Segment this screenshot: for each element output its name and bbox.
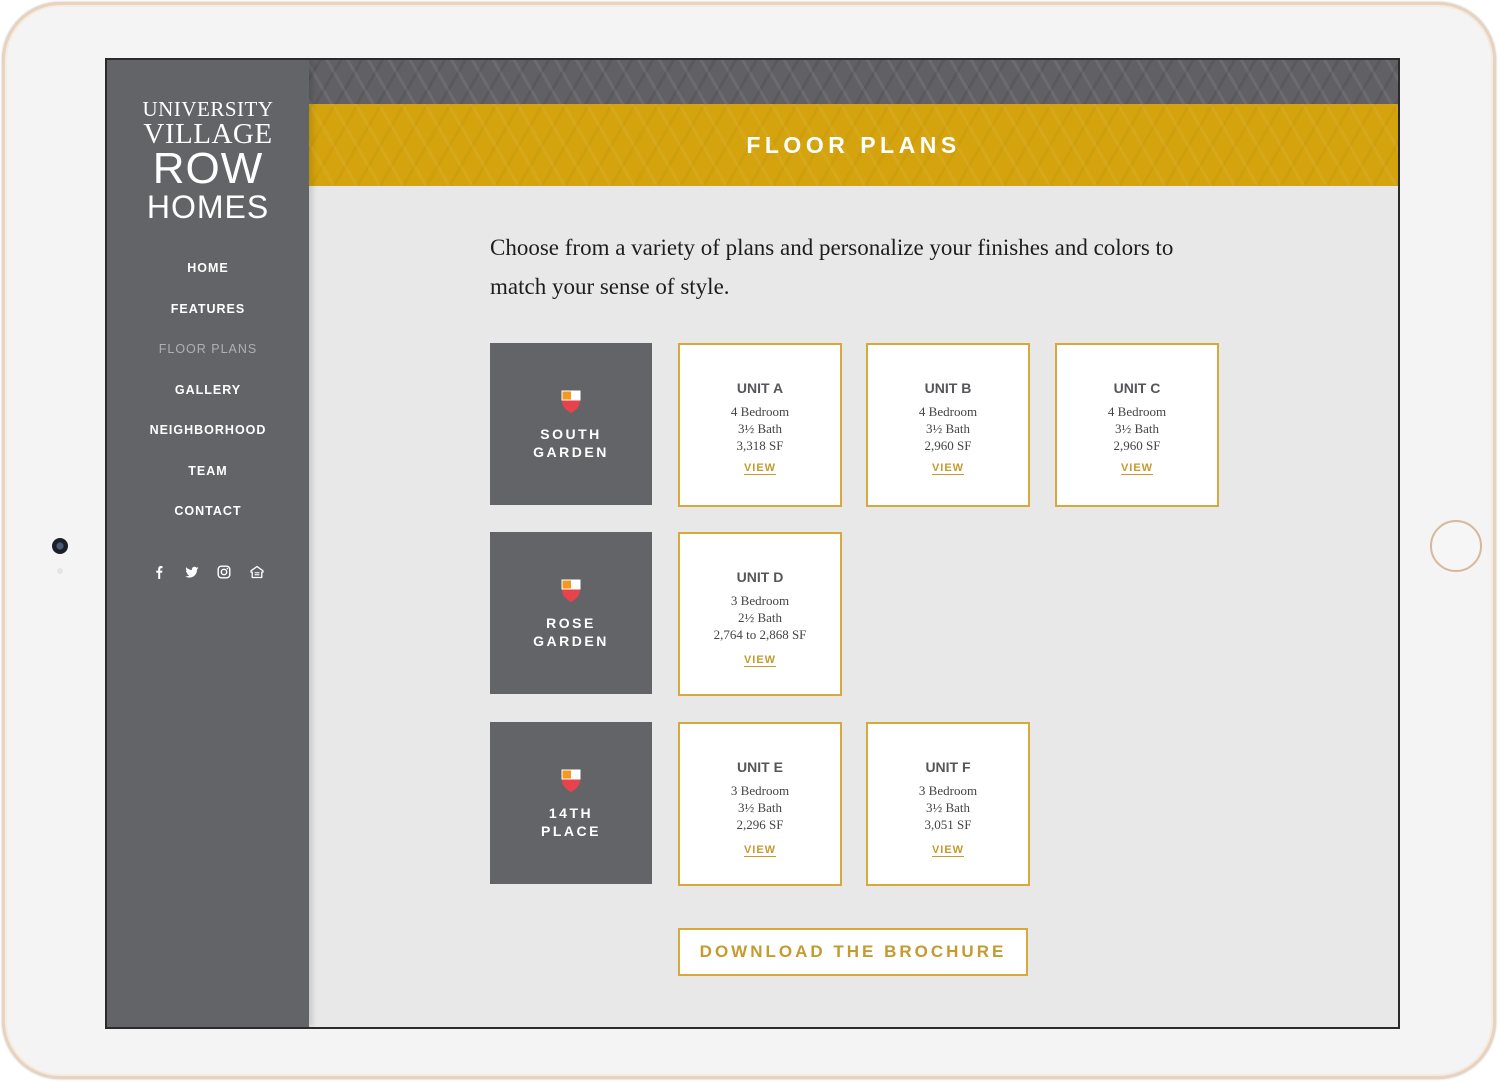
group-name-line-1: ROSE: [546, 615, 596, 631]
unit-name: UNIT F: [925, 759, 971, 775]
unit-area: 2,764 to 2,868 SF: [713, 627, 807, 642]
unit-card-f[interactable]: UNIT F 3 Bedroom 3½ Bath 3,051 SF VIEW: [866, 722, 1030, 886]
nav-home[interactable]: HOME: [107, 258, 309, 299]
view-link[interactable]: VIEW: [1120, 462, 1154, 475]
shield-logo-icon: [561, 579, 581, 602]
intro-text: Choose from a variety of plans and perso…: [490, 235, 1174, 299]
unit-baths: 3½ Bath: [925, 421, 971, 436]
page-header: FLOOR PLANS: [309, 104, 1398, 186]
unit-name: UNIT D: [736, 569, 784, 585]
unit-card-a[interactable]: UNIT A 4 Bedroom 3½ Bath 3,318 SF VIEW: [678, 343, 842, 507]
unit-area: 2,960 SF: [1113, 438, 1161, 453]
group-name-line-2: GARDEN: [533, 633, 609, 649]
group-tile-rose-garden: ROSE GARDEN: [490, 532, 652, 694]
facebook-icon[interactable]: [151, 564, 167, 580]
main-nav: HOME FEATURES FLOOR PLANS GALLERY NEIGHB…: [107, 258, 309, 542]
group-name-line-2: PLACE: [541, 823, 601, 839]
unit-area: 2,960 SF: [924, 438, 972, 453]
unit-bedrooms: 3 Bedroom: [730, 593, 790, 608]
equal-housing-icon[interactable]: [249, 564, 265, 580]
unit-baths: 3½ Bath: [1114, 421, 1160, 436]
shield-logo-icon: [561, 390, 581, 413]
unit-baths: 2½ Bath: [737, 610, 783, 625]
unit-bedrooms: 4 Bedroom: [918, 404, 978, 419]
tablet-frame: UNIVERSITY VILLAGE ROW HOMES HOME FEATUR…: [2, 2, 1496, 1079]
logo-line-4: HOMES: [146, 189, 270, 225]
nav-team[interactable]: TEAM: [107, 461, 309, 502]
unit-name: UNIT C: [1113, 380, 1161, 396]
logo-row-text: ROW: [152, 144, 264, 193]
view-link[interactable]: VIEW: [743, 844, 777, 857]
unit-name: UNIT E: [737, 759, 783, 775]
group-tile-south-garden: SOUTH GARDEN: [490, 343, 652, 505]
view-link[interactable]: VIEW: [931, 462, 965, 475]
sensor-dot: [57, 568, 63, 574]
unit-card-d[interactable]: UNIT D 3 Bedroom 2½ Bath 2,764 to 2,868 …: [678, 532, 842, 696]
twitter-icon[interactable]: [184, 564, 200, 580]
download-brochure-button[interactable]: DOWNLOAD THE BROCHURE: [678, 928, 1028, 976]
unit-area: 3,318 SF: [736, 438, 784, 453]
unit-baths: 3½ Bath: [737, 800, 783, 815]
view-link[interactable]: VIEW: [743, 654, 777, 667]
screen: UNIVERSITY VILLAGE ROW HOMES HOME FEATUR…: [105, 58, 1400, 1029]
sidebar: UNIVERSITY VILLAGE ROW HOMES HOME FEATUR…: [107, 60, 309, 1027]
logo-line-3: ROW: [107, 147, 309, 191]
main-content: FLOOR PLANS Choose from a variety of pla…: [309, 60, 1398, 1027]
page-title: FLOOR PLANS: [746, 132, 961, 158]
home-button[interactable]: [1430, 520, 1482, 572]
group-name-line-1: SOUTH: [540, 426, 602, 442]
nav-gallery[interactable]: GALLERY: [107, 380, 309, 421]
shield-logo-icon: [561, 769, 581, 792]
site-logo[interactable]: UNIVERSITY VILLAGE ROW HOMES: [107, 98, 309, 224]
unit-baths: 3½ Bath: [925, 800, 971, 815]
group-name-line-2: GARDEN: [533, 444, 609, 460]
unit-name: UNIT B: [924, 380, 972, 396]
view-link[interactable]: VIEW: [931, 844, 965, 857]
nav-floor-plans[interactable]: FLOOR PLANS: [107, 339, 309, 380]
unit-card-b[interactable]: UNIT B 4 Bedroom 3½ Bath 2,960 SF VIEW: [866, 343, 1030, 507]
unit-area: 2,296 SF: [736, 817, 784, 832]
unit-area: 3,051 SF: [924, 817, 972, 832]
group-name: 14TH PLACE: [490, 804, 652, 840]
nav-neighborhood[interactable]: NEIGHBORHOOD: [107, 420, 309, 461]
unit-card-e[interactable]: UNIT E 3 Bedroom 3½ Bath 2,296 SF VIEW: [678, 722, 842, 886]
group-name-line-1: 14TH: [548, 805, 594, 821]
unit-bedrooms: 4 Bedroom: [730, 404, 790, 419]
unit-card-c[interactable]: UNIT C 4 Bedroom 3½ Bath 2,960 SF VIEW: [1055, 343, 1219, 507]
group-tile-14th-place: 14TH PLACE: [490, 722, 652, 884]
social-links: [107, 563, 309, 581]
logo-line-1: UNIVERSITY: [142, 97, 274, 121]
group-name: SOUTH GARDEN: [490, 425, 652, 461]
unit-baths: 3½ Bath: [737, 421, 783, 436]
unit-bedrooms: 3 Bedroom: [730, 783, 790, 798]
view-link[interactable]: VIEW: [743, 462, 777, 475]
decorative-pattern: [309, 60, 1398, 104]
nav-features[interactable]: FEATURES: [107, 299, 309, 340]
unit-bedrooms: 3 Bedroom: [918, 783, 978, 798]
nav-contact[interactable]: CONTACT: [107, 501, 309, 542]
unit-bedrooms: 4 Bedroom: [1107, 404, 1167, 419]
group-name: ROSE GARDEN: [490, 614, 652, 650]
instagram-icon[interactable]: [216, 564, 232, 580]
unit-name: UNIT A: [736, 380, 784, 396]
camera-icon: [52, 538, 68, 554]
